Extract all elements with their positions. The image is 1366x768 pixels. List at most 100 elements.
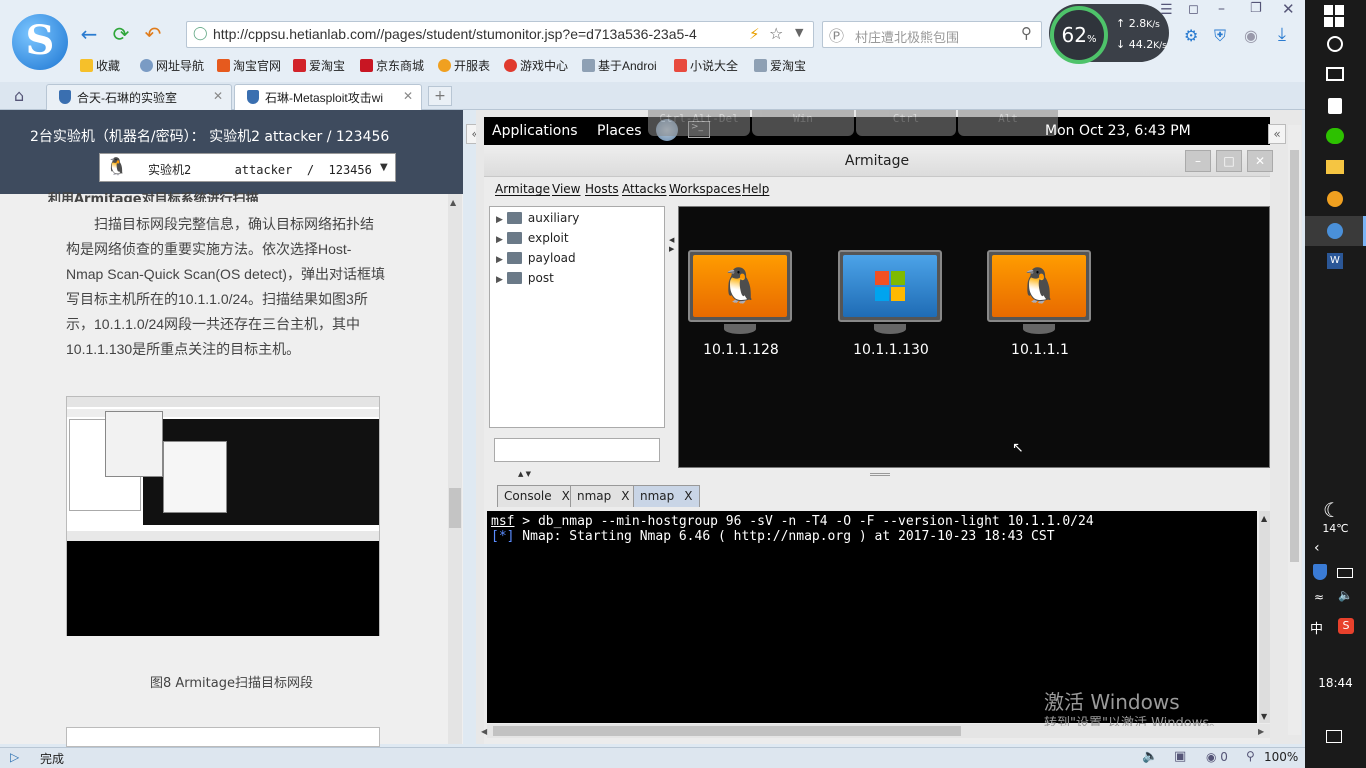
screenshot-icon[interactable]: ▣ [1174,749,1186,764]
zoom-icon[interactable]: ⚲ [1246,749,1255,763]
cortana-icon[interactable] [1327,36,1343,52]
bookmark-item[interactable]: 小说大全 [674,57,738,74]
tool-icon[interactable]: ⚙ [1184,26,1198,45]
tree-item-payload[interactable]: ▶ payload [496,251,576,265]
search-icon[interactable]: ⚲ [1021,24,1032,42]
applications-menu[interactable]: Applications [492,123,578,139]
expand-icon[interactable]: ▶ [496,215,503,225]
key-alt[interactable]: Alt [958,110,1058,136]
undo-icon[interactable]: ↶ [140,22,166,46]
splitter-arrows-icon[interactable]: ▲ ▼ [518,470,531,478]
sidebar-toggle-icon[interactable]: ▷ [10,750,19,764]
bookmark-item[interactable]: 收藏 [80,57,120,74]
start-icon[interactable] [1324,5,1346,27]
close-tab-icon[interactable]: X [562,489,570,503]
bookmark-item[interactable]: 网址导航 [140,57,204,74]
gnome-clock[interactable]: Mon Oct 23, 6:43 PM [1045,123,1191,139]
tree-item-post[interactable]: ▶ post [496,271,554,285]
bookmark-item[interactable]: 淘宝官网 [217,57,281,74]
url-text[interactable]: http://cppsu.hetianlab.com//pages/studen… [213,26,743,42]
menu-armitage[interactable]: Armitage [495,182,550,196]
wifi-icon[interactable]: ≈ [1314,590,1324,604]
close-icon[interactable]: ✕ [1282,0,1295,18]
scroll-left-icon[interactable]: ◀ [481,727,487,736]
bookmark-item[interactable]: 游戏中心 [504,57,568,74]
security-shield-icon[interactable] [1313,564,1327,580]
weather-moon-icon[interactable]: ☾ [1323,498,1341,522]
scroll-up-icon[interactable]: ▲ [1261,514,1267,523]
close-tab-icon[interactable]: X [621,489,629,503]
scroll-down-icon[interactable]: ▼ [1261,712,1267,721]
bookmark-item[interactable]: 爱淘宝 [293,57,345,74]
close-tab-icon[interactable]: X [684,489,692,503]
word-icon[interactable]: W [1327,253,1343,269]
key-ctrl[interactable]: Ctrl [856,110,956,136]
restore-icon[interactable]: ❐ [1250,1,1262,16]
wechat-icon[interactable] [1326,128,1344,144]
volume-icon[interactable]: 🔈 [1142,749,1158,764]
download-icon[interactable]: ⤓ [1278,24,1286,45]
menu-hosts[interactable]: Hosts [585,182,619,196]
host-node[interactable]: 🐧 10.1.1.128 [686,250,796,360]
expand-icon[interactable]: ▶ [496,275,503,285]
scroll-up-icon[interactable]: ▲ [450,198,456,207]
tab-nmap[interactable]: nmap X [570,485,637,507]
window-titlebar[interactable]: Armitage [484,145,1270,177]
menu-icon[interactable]: ☰ [1160,2,1173,18]
splitter-arrows-icon[interactable]: ◀ ▶ [669,236,674,254]
store-icon[interactable] [1328,98,1342,114]
back-icon[interactable]: ← [76,22,102,46]
console-scrollbar[interactable] [1259,511,1270,723]
module-search-input[interactable] [494,438,660,462]
host-node[interactable]: 🐧 10.1.1.1 [985,250,1095,360]
tab-console[interactable]: Console X [497,485,577,507]
splitter-grip[interactable] [870,473,890,476]
star-icon[interactable]: ☆ [769,24,783,43]
scrollbar-thumb[interactable] [1290,150,1299,562]
folder-icon[interactable] [1326,160,1344,174]
tree-item-exploit[interactable]: ▶ exploit [496,231,569,245]
bookmark-item[interactable]: 基于Androi [582,57,657,74]
scrollbar[interactable] [448,194,462,744]
vm-select[interactable]: 🐧 实验机2 attacker / 123456 ▼ [99,153,396,182]
expand-icon[interactable]: ▶ [496,235,503,245]
tab-metasploit[interactable]: 石琳-Metasploit攻击wi ✕ [234,84,422,110]
taskbar-clock[interactable]: 18:44 [1305,676,1366,690]
close-tab-icon[interactable]: ✕ [213,89,223,103]
scrollbar-thumb[interactable] [449,488,461,528]
menu-help[interactable]: Help [742,182,769,196]
collapse-right-button[interactable]: « [1268,124,1286,144]
speaker-icon[interactable]: 🔈 [1338,588,1353,602]
scrollbar-thumb[interactable] [493,726,961,736]
minimize-icon[interactable]: – [1218,1,1225,17]
key-win[interactable]: Win [752,110,854,136]
scroll-right-icon[interactable]: ▶ [1258,727,1264,736]
sogou-ime-icon[interactable]: S [1338,618,1354,634]
ime-indicator[interactable]: 中 [1310,618,1323,637]
menu-attacks[interactable]: Attacks [622,182,667,196]
address-bar[interactable]: ◯ http://cppsu.hetianlab.com//pages/stud… [186,21,814,48]
task-view-icon[interactable] [1326,67,1344,81]
chevron-left-icon[interactable]: ‹ [1314,540,1320,556]
window-minimize-button[interactable]: – [1185,150,1211,172]
key-ctrl-alt-del[interactable]: Ctrl-Alt-Del [648,110,750,136]
notification-icon[interactable] [1326,730,1342,743]
bookmark-item[interactable]: 开服表 [438,57,490,74]
tab-lab[interactable]: 合天-石琳的实验室 ✕ [46,84,232,110]
shield-icon[interactable]: ⛨ [1214,26,1226,46]
refresh-icon[interactable]: ⟳ [108,22,134,46]
places-menu[interactable]: Places [597,123,642,139]
host-node[interactable]: 10.1.1.130 [836,250,946,360]
downloads-indicator[interactable]: ◉ 0 [1206,750,1228,764]
skin-icon[interactable]: ◻ [1188,2,1199,17]
menu-workspaces[interactable]: Workspaces [669,182,741,196]
tab-nmap-active[interactable]: nmap X [633,485,700,507]
window-maximize-button[interactable]: □ [1216,150,1242,172]
bookmark-item[interactable]: 爱淘宝 [754,57,806,74]
expand-icon[interactable]: ▶ [496,255,503,265]
zoom-level[interactable]: 100% [1264,750,1298,764]
close-tab-icon[interactable]: ✕ [398,89,413,103]
lightning-icon[interactable]: ⚡ [749,25,760,43]
home-icon[interactable]: ⌂ [14,86,24,105]
dropdown-icon[interactable]: ▼ [795,26,803,39]
